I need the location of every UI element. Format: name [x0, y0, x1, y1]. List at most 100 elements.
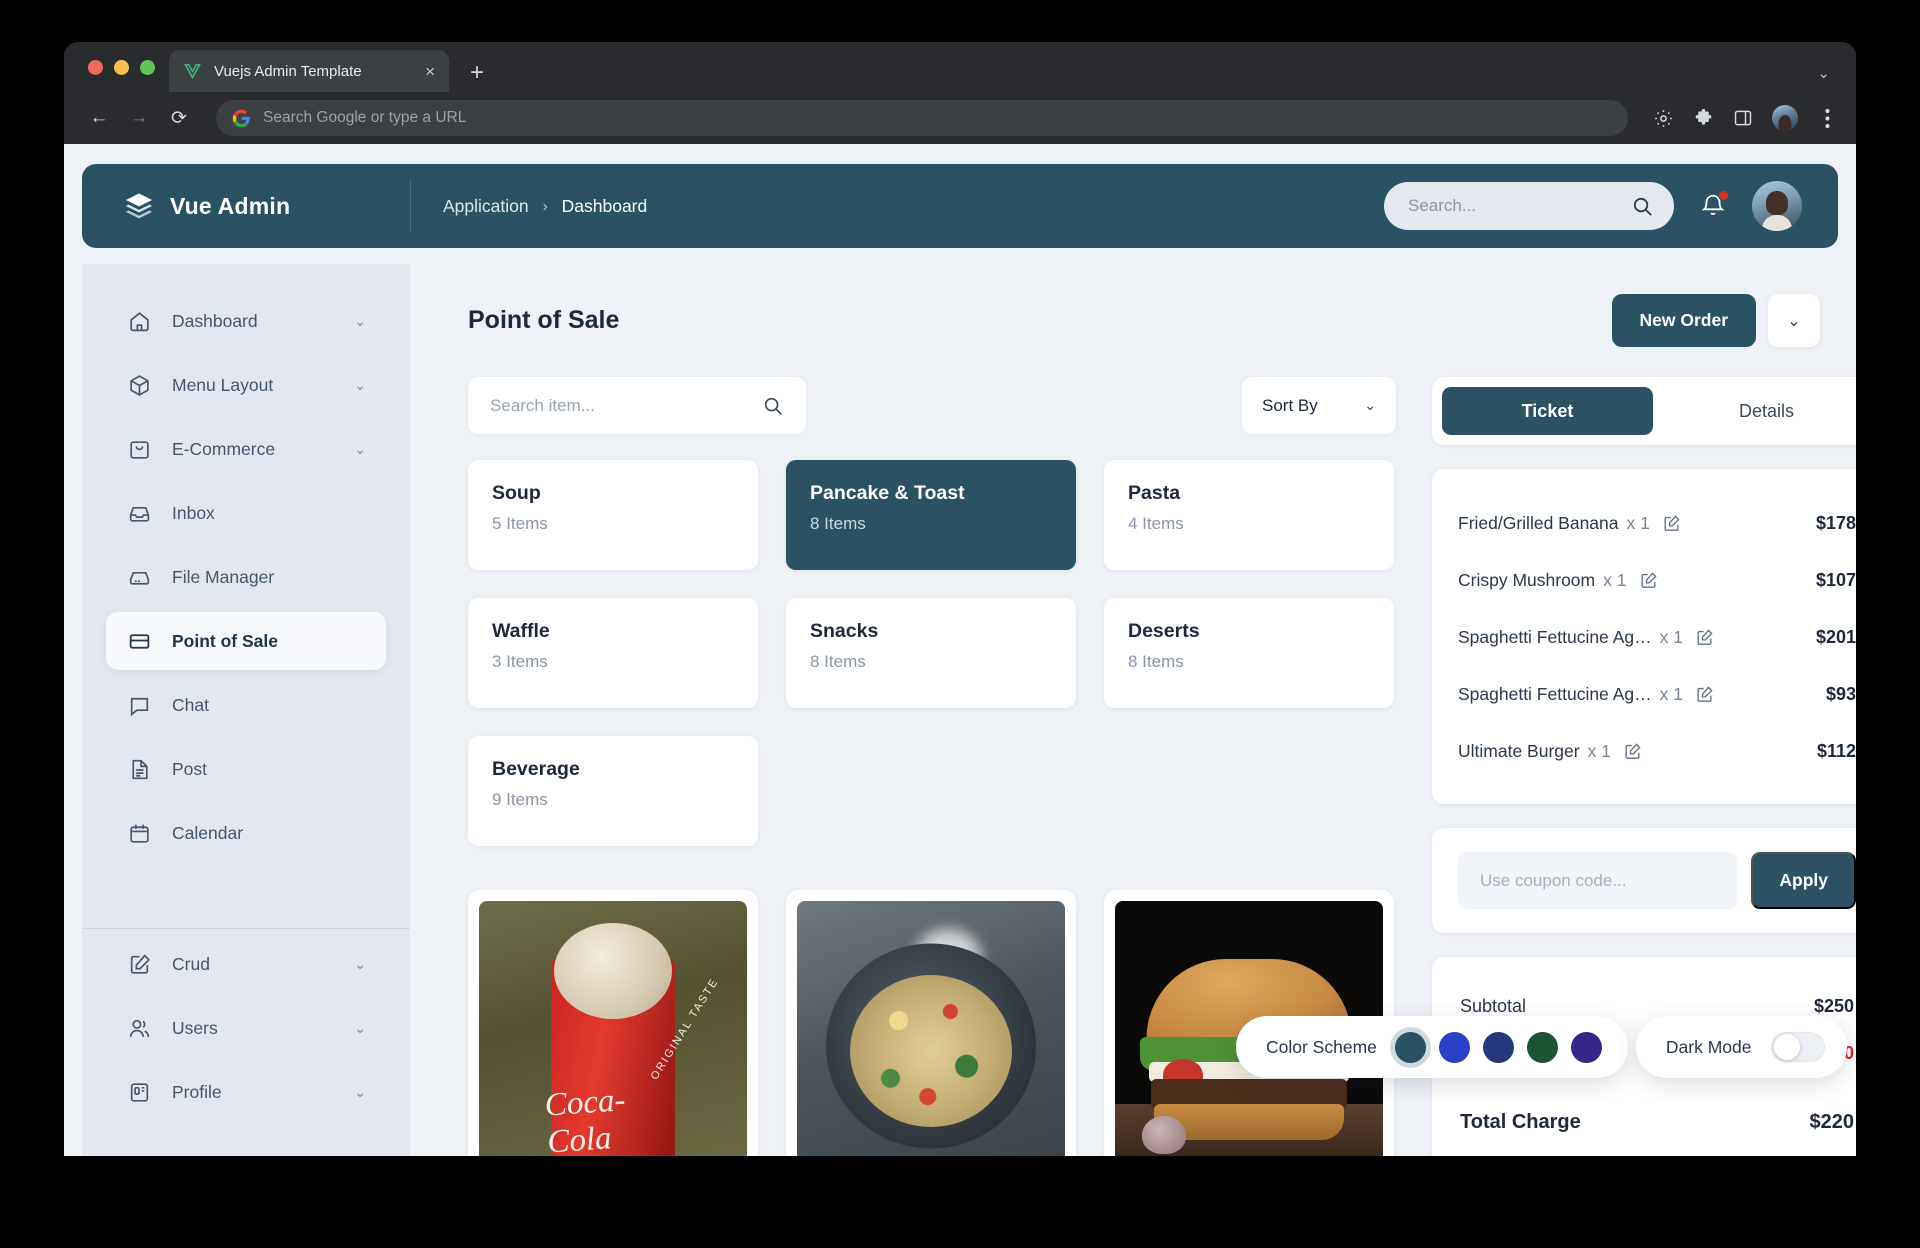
product-card[interactable]: ORIGINAL TASTE Coca-Cola — [468, 890, 758, 1156]
close-window-button[interactable] — [88, 59, 103, 75]
inbox-icon — [126, 500, 152, 526]
edit-icon[interactable] — [1695, 628, 1715, 648]
extensions-puzzle-icon[interactable] — [1692, 107, 1714, 129]
side-panel-icon[interactable] — [1732, 107, 1754, 129]
sidebar-item-point-of-sale[interactable]: Point of Sale — [106, 612, 386, 670]
minimize-window-button[interactable] — [114, 59, 129, 75]
ticket-item-row[interactable]: Spaghetti Fettucine Ag… x 1 $93 — [1458, 666, 1856, 723]
sidebar-item-file-manager[interactable]: File Manager — [106, 548, 386, 606]
category-count: 8 Items — [1128, 652, 1184, 671]
settings-gear-icon[interactable] — [1652, 107, 1674, 129]
breadcrumb-current: Dashboard — [561, 195, 648, 216]
noodle-bowl-photo — [797, 901, 1065, 1156]
apply-coupon-button[interactable]: Apply — [1751, 852, 1856, 909]
color-swatch-navy[interactable] — [1482, 1031, 1514, 1063]
chevron-down-icon[interactable]: ⌄ — [354, 313, 366, 330]
new-order-button[interactable]: New Order — [1611, 294, 1756, 347]
sidebar-item-users[interactable]: Users ⌄ — [106, 999, 386, 1057]
breadcrumb-parent[interactable]: Application — [443, 196, 529, 217]
category-count: 5 Items — [492, 514, 548, 533]
edit-icon[interactable] — [1695, 685, 1715, 705]
ticket-item-qty: x 1 — [1659, 627, 1683, 647]
coupon-code-input[interactable]: Use coupon code... — [1458, 852, 1738, 909]
category-card[interactable]: Pancake & Toast 8 Items — [786, 460, 1076, 570]
category-card[interactable]: Pasta 4 Items — [1104, 460, 1394, 570]
sidebar-item-crud[interactable]: Crud ⌄ — [106, 935, 386, 993]
sidebar-item-chat[interactable]: Chat — [106, 676, 386, 734]
browser-tab[interactable]: Vuejs Admin Template × — [169, 50, 449, 92]
category-name: Snacks — [810, 620, 879, 642]
ticket-item-name: Ultimate Burger — [1458, 741, 1580, 761]
google-icon — [232, 109, 251, 128]
chevron-down-icon[interactable]: ⌄ — [354, 1020, 366, 1037]
ticket-item-qty: x 1 — [1587, 741, 1611, 761]
brand-logo-group[interactable]: Vue Admin — [82, 164, 410, 248]
browser-profile-avatar[interactable] — [1772, 105, 1798, 131]
page-header: Point of Sale New Order ⌄ — [468, 294, 1820, 347]
dark-mode-toggle[interactable] — [1771, 1032, 1826, 1062]
forward-icon[interactable]: → — [122, 101, 156, 135]
ticket-item-row[interactable]: Spaghetti Fettucine Ag… x 1 $201 — [1458, 609, 1856, 666]
address-bar[interactable]: Search Google or type a URL — [216, 100, 1628, 136]
tab-list-chevron-icon[interactable]: ⌄ — [1817, 64, 1830, 82]
color-swatch-teal[interactable] — [1394, 1031, 1426, 1063]
category-card[interactable]: Beverage 9 Items — [468, 736, 758, 846]
maximize-window-button[interactable] — [140, 59, 155, 75]
item-search-input[interactable]: Search item... — [468, 377, 806, 434]
sort-by-dropdown[interactable]: Sort By ⌄ — [1242, 377, 1396, 434]
drive-icon — [126, 564, 152, 590]
color-swatch-blue[interactable] — [1438, 1031, 1470, 1063]
header-search-input[interactable]: Search... — [1384, 182, 1674, 230]
sidebar: Dashboard ⌄ Menu Layout ⌄ E-Commerce ⌄ I… — [82, 264, 410, 1156]
window-controls[interactable] — [82, 42, 169, 92]
color-swatch-green[interactable] — [1526, 1031, 1558, 1063]
ticket-item-price: $201 — [1815, 627, 1856, 647]
sidebar-item-dashboard[interactable]: Dashboard ⌄ — [106, 292, 386, 350]
sidebar-item-inbox[interactable]: Inbox — [106, 484, 386, 542]
category-card[interactable]: Snacks 8 Items — [786, 598, 1076, 708]
calendar-icon — [126, 820, 152, 846]
edit-icon[interactable] — [1638, 571, 1658, 591]
ticket-item-name: Spaghetti Fettucine Ag… — [1458, 684, 1652, 704]
ticket-tabs: Ticket Details — [1432, 377, 1856, 445]
category-card[interactable]: Waffle 3 Items — [468, 598, 758, 708]
back-icon[interactable]: ← — [82, 101, 116, 135]
sidebar-item-e-commerce[interactable]: E-Commerce ⌄ — [106, 420, 386, 478]
user-avatar[interactable] — [1752, 181, 1802, 231]
chevron-down-icon[interactable]: ⌄ — [354, 441, 366, 458]
close-tab-icon[interactable]: × — [425, 63, 435, 80]
sidebar-item-label: Crud — [172, 953, 210, 974]
ticket-item-qty: x 1 — [1659, 684, 1683, 704]
sidebar-item-post[interactable]: Post — [106, 740, 386, 798]
edit-icon[interactable] — [1623, 742, 1643, 762]
sidebar-item-label: Menu Layout — [172, 374, 274, 395]
category-name: Soup — [492, 482, 541, 504]
tab-details[interactable]: Details — [1661, 387, 1856, 435]
tab-ticket[interactable]: Ticket — [1442, 387, 1653, 435]
category-count: 4 Items — [1128, 514, 1184, 533]
ticket-item-price: $93 — [1825, 684, 1856, 704]
breadcrumb: Application › Dashboard — [411, 196, 1384, 217]
ticket-item-row[interactable]: Fried/Grilled Banana x 1 $178 — [1458, 495, 1856, 552]
chevron-down-icon[interactable]: ⌄ — [354, 1084, 366, 1101]
chevron-down-icon[interactable]: ⌄ — [354, 377, 366, 394]
sidebar-item-calendar[interactable]: Calendar — [106, 804, 386, 862]
product-card[interactable] — [786, 890, 1076, 1156]
new-tab-icon[interactable]: + — [463, 61, 491, 85]
color-swatch-purple[interactable] — [1570, 1031, 1602, 1063]
ticket-item-row[interactable]: Ultimate Burger x 1 $112 — [1458, 723, 1856, 780]
ticket-item-qty: x 1 — [1626, 513, 1650, 533]
box-icon — [126, 372, 152, 398]
sidebar-item-profile[interactable]: Profile ⌄ — [106, 1063, 386, 1121]
browser-menu-icon[interactable] — [1816, 107, 1838, 129]
sidebar-item-menu-layout[interactable]: Menu Layout ⌄ — [106, 356, 386, 414]
category-card[interactable]: Deserts 8 Items — [1104, 598, 1394, 708]
notifications-button[interactable] — [1700, 190, 1729, 220]
category-card[interactable]: Soup 5 Items — [468, 460, 758, 570]
edit-icon[interactable] — [1662, 514, 1682, 534]
layers-logo-icon — [124, 191, 154, 221]
reload-icon[interactable]: ⟳ — [162, 101, 196, 135]
chevron-down-icon[interactable]: ⌄ — [354, 956, 366, 973]
ticket-item-row[interactable]: Crispy Mushroom x 1 $107 — [1458, 552, 1856, 609]
new-order-dropdown-button[interactable]: ⌄ — [1768, 294, 1820, 347]
